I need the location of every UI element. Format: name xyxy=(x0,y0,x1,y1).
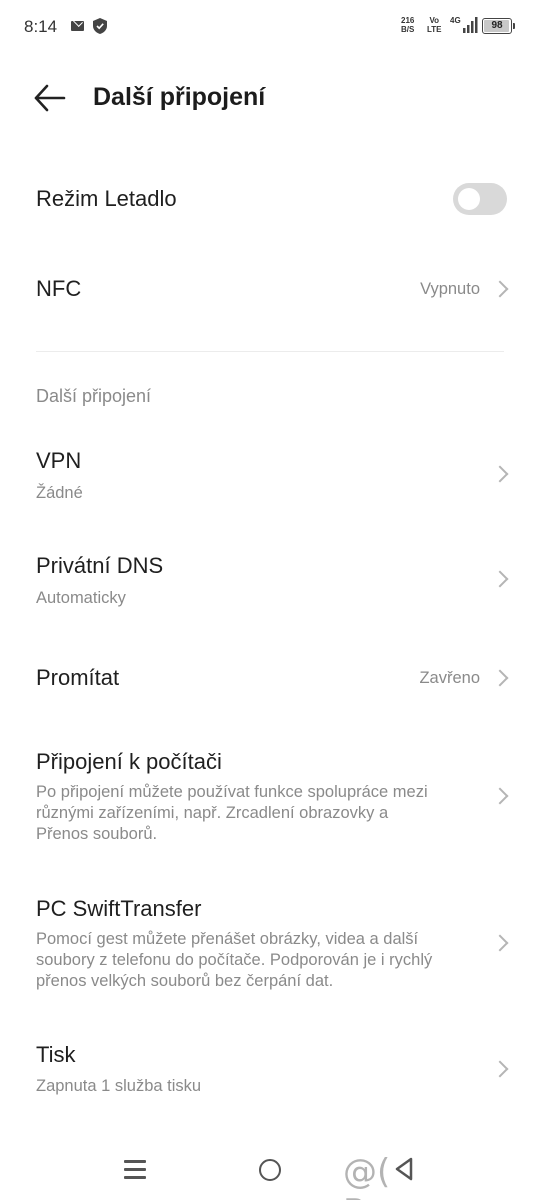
chevron-right-icon xyxy=(491,570,509,588)
network-speed: 216 B/S xyxy=(401,16,414,34)
page-title: Další připojení xyxy=(93,83,266,111)
cast-value: Zavřeno xyxy=(419,669,480,687)
print-row[interactable]: Tisk Zapnuta 1 služba tisku xyxy=(0,1033,540,1105)
menu-line xyxy=(124,1160,146,1163)
chevron-right-icon xyxy=(491,280,509,298)
battery-icon: 98 xyxy=(482,18,515,34)
recent-apps-button[interactable] xyxy=(124,1160,146,1179)
back-button[interactable] xyxy=(30,80,70,116)
pc-swifttransfer-description: Pomocí gest můžete přenášet obrázky, vid… xyxy=(36,930,433,990)
menu-line xyxy=(124,1168,146,1171)
pc-swifttransfer-row[interactable]: PC SwiftTransfer Pomocí gest můžete přen… xyxy=(0,887,540,999)
nfc-row[interactable]: NFC Vypnuto xyxy=(0,250,540,330)
divider xyxy=(36,351,504,352)
chevron-right-icon xyxy=(491,1060,509,1078)
battery-tip xyxy=(513,23,515,29)
vpn-label: VPN xyxy=(36,448,82,473)
chevron-right-icon xyxy=(491,669,509,687)
pc-connection-label: Připojení k počítači xyxy=(36,749,222,774)
print-status: Zapnuta 1 služba tisku xyxy=(36,1077,202,1095)
chevron-right-icon xyxy=(491,787,509,805)
status-time: 8:14 xyxy=(24,17,58,36)
cast-label: Promítat xyxy=(36,665,120,690)
header: Další připojení xyxy=(0,70,540,126)
toggle-knob xyxy=(458,188,480,210)
status-bar: 8:14 216 B/S Vo LTE 4G 98 xyxy=(0,0,540,56)
airplane-mode-label: Režim Letadlo xyxy=(36,186,177,211)
print-label: Tisk xyxy=(36,1042,76,1067)
network-speed-unit: B/S xyxy=(401,25,415,34)
pc-connection-row[interactable]: Připojení k počítači Po připojení můžete… xyxy=(0,740,540,852)
mail-icon xyxy=(71,21,84,31)
pc-swifttransfer-label: PC SwiftTransfer xyxy=(36,896,202,921)
network-type: 4G xyxy=(450,16,461,25)
airplane-mode-toggle[interactable] xyxy=(453,183,507,215)
vpn-row[interactable]: VPN Žádné xyxy=(0,440,540,510)
section-header: Další připojení xyxy=(36,386,152,406)
watermark: @( Bazos.cz xyxy=(343,1152,491,1200)
private-dns-row[interactable]: Privátní DNS Automaticky xyxy=(0,545,540,615)
arrow-left-icon xyxy=(34,84,66,112)
chevron-right-icon xyxy=(491,465,509,483)
cast-row[interactable]: Promítat Zavřeno xyxy=(0,640,540,716)
battery-level: 98 xyxy=(491,20,503,31)
volte-top: Vo xyxy=(429,16,440,25)
private-dns-status: Automaticky xyxy=(36,589,126,607)
chevron-right-icon xyxy=(491,934,509,952)
shield-icon xyxy=(93,18,107,34)
home-button[interactable] xyxy=(259,1159,281,1181)
network-speed-value: 216 xyxy=(401,16,415,25)
signal-icon xyxy=(463,17,478,33)
menu-line xyxy=(124,1176,146,1179)
volte-indicator: Vo LTE xyxy=(427,16,442,34)
vpn-status: Žádné xyxy=(36,484,83,502)
nfc-label: NFC xyxy=(36,276,82,301)
private-dns-label: Privátní DNS xyxy=(36,553,164,578)
nfc-value: Vypnuto xyxy=(420,280,480,298)
pc-connection-description: Po připojení můžete používat funkce spol… xyxy=(36,783,428,843)
volte-bottom: LTE xyxy=(427,25,442,34)
